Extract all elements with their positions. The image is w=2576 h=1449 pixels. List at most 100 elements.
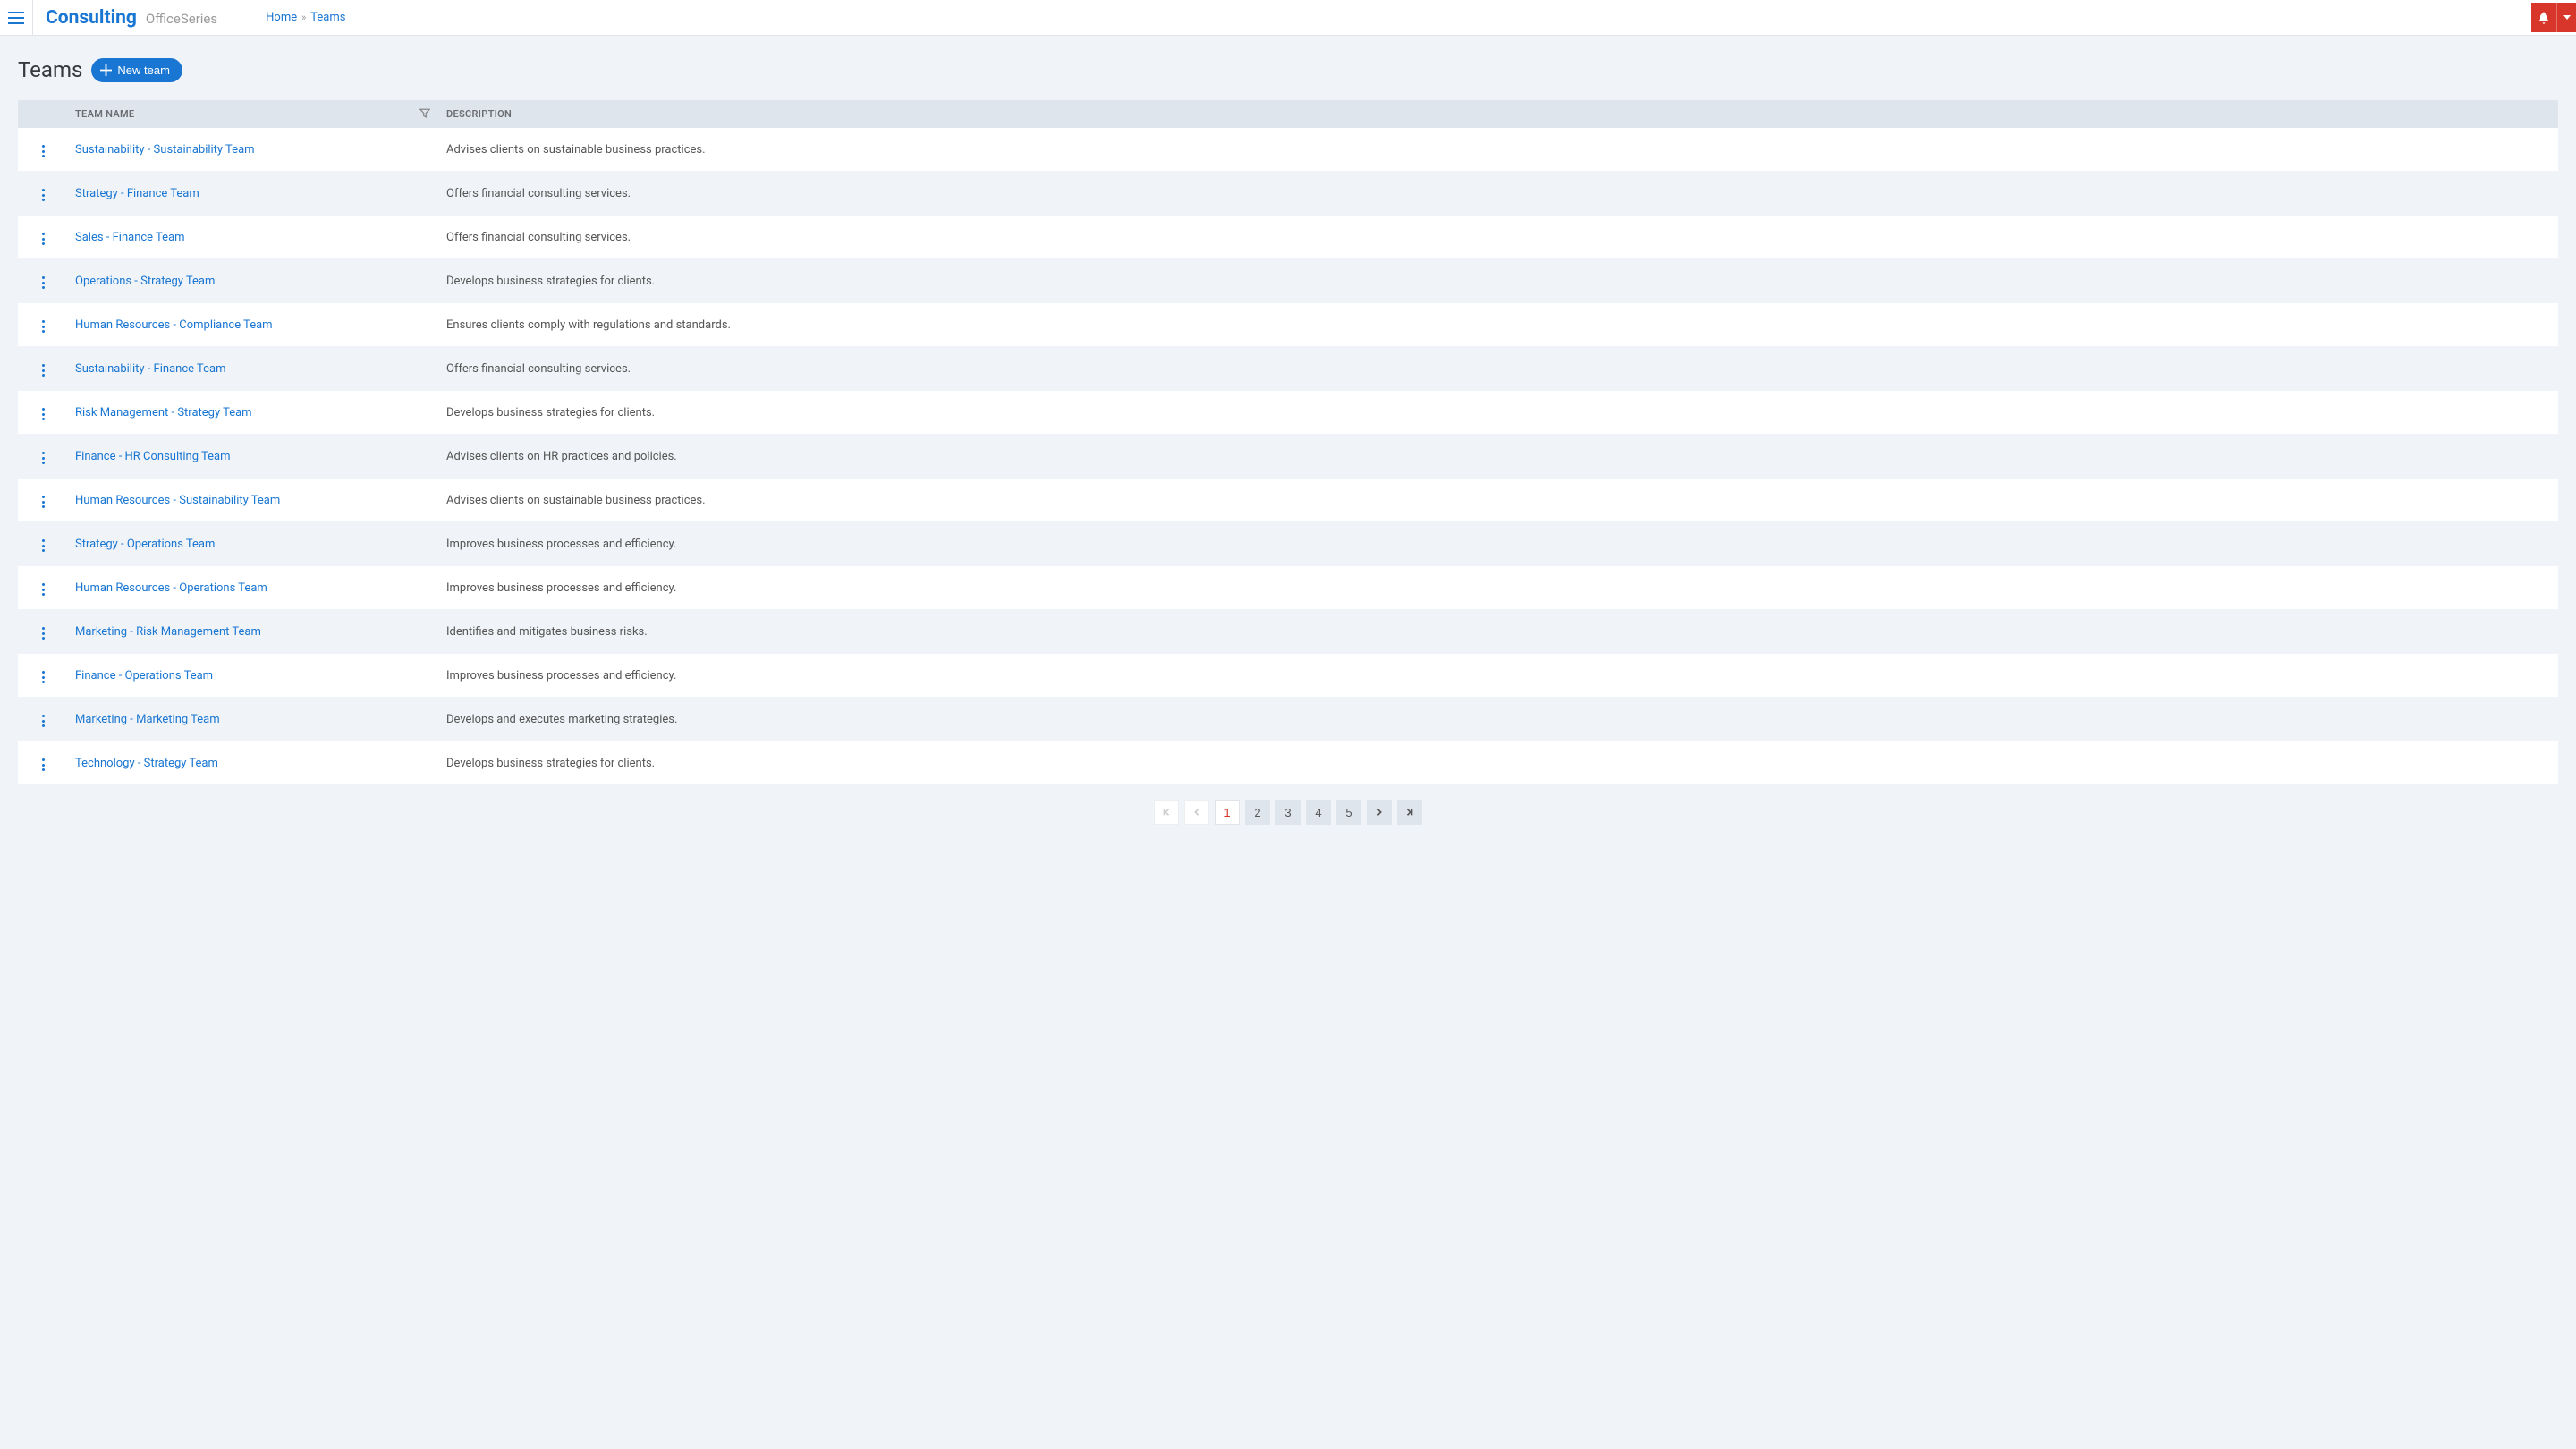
- app-header: Consulting OfficeSeries Home » Teams: [0, 0, 2576, 36]
- row-actions-button[interactable]: [38, 448, 48, 468]
- team-name-link[interactable]: Strategy - Finance Team: [75, 187, 199, 200]
- page-number-button[interactable]: 4: [1306, 800, 1331, 825]
- team-name-link[interactable]: Sales - Finance Team: [75, 231, 185, 244]
- team-description: Offers financial consulting services.: [439, 172, 2558, 216]
- team-description: Offers financial consulting services.: [439, 347, 2558, 391]
- breadcrumb-current: Teams: [310, 11, 345, 24]
- notifications-dropdown-button[interactable]: [2556, 3, 2576, 32]
- brand-sub: OfficeSeries: [146, 11, 217, 27]
- table-row: Finance - Operations Team Improves busin…: [18, 654, 2558, 698]
- page-last-button[interactable]: [1397, 800, 1422, 825]
- page-number-button[interactable]: 3: [1275, 800, 1301, 825]
- table-row: Sustainability - Finance Team Offers fin…: [18, 347, 2558, 391]
- brand[interactable]: Consulting OfficeSeries: [33, 7, 230, 29]
- team-name-link[interactable]: Sustainability - Sustainability Team: [75, 143, 255, 157]
- notifications-button[interactable]: [2531, 3, 2556, 32]
- table-row: Strategy - Operations Team Improves busi…: [18, 522, 2558, 566]
- breadcrumb-separator: »: [301, 12, 306, 23]
- table-row: Sustainability - Sustainability Team Adv…: [18, 128, 2558, 172]
- row-actions-button[interactable]: [38, 492, 48, 512]
- page-header: Teams New team: [18, 57, 2558, 82]
- team-name-link[interactable]: Human Resources - Sustainability Team: [75, 494, 280, 507]
- row-actions-button[interactable]: [38, 360, 48, 380]
- team-description: Identifies and mitigates business risks.: [439, 610, 2558, 654]
- table-row: Technology - Strategy Team Develops busi…: [18, 741, 2558, 785]
- team-name-link[interactable]: Marketing - Marketing Team: [75, 713, 220, 726]
- team-name-link[interactable]: Risk Management - Strategy Team: [75, 406, 252, 419]
- row-actions-button[interactable]: [38, 273, 48, 292]
- new-team-button[interactable]: New team: [91, 58, 182, 82]
- page-prev-button[interactable]: [1184, 800, 1209, 825]
- breadcrumb-home[interactable]: Home: [266, 11, 297, 24]
- table-row: Human Resources - Compliance Team Ensure…: [18, 303, 2558, 347]
- row-actions-button[interactable]: [38, 536, 48, 555]
- pagination: 12345: [18, 785, 2558, 839]
- bell-icon: [2537, 11, 2551, 25]
- page-number-button[interactable]: 5: [1336, 800, 1361, 825]
- team-description: Ensures clients comply with regulations …: [439, 303, 2558, 347]
- column-description[interactable]: Description: [439, 100, 2558, 128]
- table-row: Marketing - Risk Management Team Identif…: [18, 610, 2558, 654]
- row-actions-button[interactable]: [38, 404, 48, 424]
- chevron-left-icon: [1192, 808, 1201, 817]
- page-number-button[interactable]: 1: [1215, 800, 1240, 825]
- team-name-link[interactable]: Human Resources - Operations Team: [75, 581, 267, 595]
- row-actions-button[interactable]: [38, 185, 48, 205]
- hamburger-icon: [8, 12, 24, 24]
- table-row: Human Resources - Operations Team Improv…: [18, 566, 2558, 610]
- caret-down-icon: [2563, 15, 2571, 20]
- row-actions-button[interactable]: [38, 580, 48, 599]
- team-description: Develops business strategies for clients…: [439, 259, 2558, 303]
- table-row: Marketing - Marketing Team Develops and …: [18, 698, 2558, 741]
- column-actions: [18, 100, 68, 128]
- page-title: Teams: [18, 57, 82, 82]
- column-team-name[interactable]: Team Name: [68, 100, 439, 128]
- team-description: Develops business strategies for clients…: [439, 391, 2558, 435]
- row-actions-button[interactable]: [38, 317, 48, 336]
- table-row: Strategy - Finance Team Offers financial…: [18, 172, 2558, 216]
- team-name-link[interactable]: Finance - Operations Team: [75, 669, 213, 682]
- filter-icon: [419, 107, 430, 118]
- chevron-right-icon: [1375, 808, 1384, 817]
- team-name-link[interactable]: Marketing - Risk Management Team: [75, 625, 261, 639]
- main-content: Teams New team Team Name Description: [0, 36, 2576, 860]
- team-description: Advises clients on HR practices and poli…: [439, 435, 2558, 479]
- chevron-last-icon: [1405, 808, 1414, 817]
- team-description: Develops business strategies for clients…: [439, 741, 2558, 785]
- team-name-link[interactable]: Technology - Strategy Team: [75, 757, 218, 770]
- team-description: Improves business processes and efficien…: [439, 566, 2558, 610]
- team-name-link[interactable]: Strategy - Operations Team: [75, 538, 215, 551]
- breadcrumb: Home » Teams: [266, 11, 345, 24]
- teams-table: Team Name Description Sustainability - S…: [18, 100, 2558, 785]
- page-number-button[interactable]: 2: [1245, 800, 1270, 825]
- team-description: Advises clients on sustainable business …: [439, 128, 2558, 172]
- team-description: Offers financial consulting services.: [439, 216, 2558, 259]
- row-actions-button[interactable]: [38, 141, 48, 161]
- menu-toggle-button[interactable]: [0, 0, 33, 36]
- plus-icon: [100, 64, 112, 76]
- team-name-link[interactable]: Human Resources - Compliance Team: [75, 318, 273, 332]
- header-right: [2531, 3, 2576, 32]
- row-actions-button[interactable]: [38, 229, 48, 249]
- team-name-link[interactable]: Sustainability - Finance Team: [75, 362, 226, 376]
- team-description: Improves business processes and efficien…: [439, 522, 2558, 566]
- table-row: Human Resources - Sustainability Team Ad…: [18, 479, 2558, 522]
- brand-main: Consulting: [46, 7, 137, 29]
- team-description: Advises clients on sustainable business …: [439, 479, 2558, 522]
- new-team-button-label: New team: [117, 64, 170, 77]
- team-name-link[interactable]: Finance - HR Consulting Team: [75, 450, 230, 463]
- table-row: Risk Management - Strategy Team Develops…: [18, 391, 2558, 435]
- row-actions-button[interactable]: [38, 667, 48, 687]
- team-name-link[interactable]: Operations - Strategy Team: [75, 275, 215, 288]
- row-actions-button[interactable]: [38, 711, 48, 731]
- page-first-button[interactable]: [1154, 800, 1179, 825]
- page-next-button[interactable]: [1367, 800, 1392, 825]
- table-row: Sales - Finance Team Offers financial co…: [18, 216, 2558, 259]
- team-description: Improves business processes and efficien…: [439, 654, 2558, 698]
- table-row: Operations - Strategy Team Develops busi…: [18, 259, 2558, 303]
- row-actions-button[interactable]: [38, 755, 48, 775]
- team-description: Develops and executes marketing strategi…: [439, 698, 2558, 741]
- filter-button[interactable]: [419, 107, 430, 121]
- table-row: Finance - HR Consulting Team Advises cli…: [18, 435, 2558, 479]
- row-actions-button[interactable]: [38, 623, 48, 643]
